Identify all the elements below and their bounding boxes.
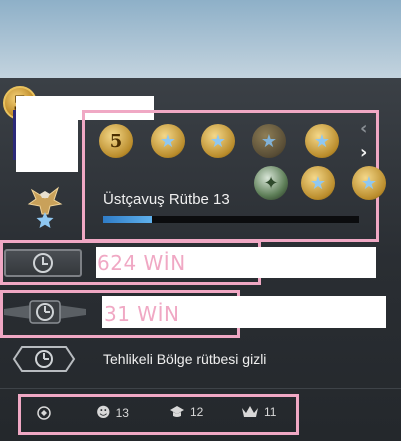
star-medal-icon[interactable]: ★ xyxy=(151,124,185,158)
divider xyxy=(0,388,401,389)
star-medal-icon[interactable]: ★ xyxy=(301,166,335,200)
smiley-icon: ☻ xyxy=(96,405,111,421)
coin-medal-icon[interactable]: ✦ xyxy=(254,166,288,200)
rank-progress-fill xyxy=(103,216,152,223)
crown-icon xyxy=(242,406,258,417)
leader-commendation[interactable]: 11 xyxy=(241,405,276,419)
star-medal-icon[interactable]: ★ xyxy=(305,124,339,158)
clock-icon xyxy=(33,253,53,273)
friendly-commendation[interactable]: ☻ 13 xyxy=(96,405,129,421)
teacher-count: 12 xyxy=(190,405,204,419)
sky-background xyxy=(0,0,401,78)
avatar[interactable] xyxy=(16,96,78,172)
wingman-wins: 31 WİN xyxy=(104,302,180,326)
rank-progress-bar xyxy=(103,216,359,223)
competitive-wins: 624 WİN xyxy=(97,251,186,275)
service-medal-5-icon[interactable]: 5 xyxy=(99,124,133,158)
leader-count: 11 xyxy=(264,405,277,419)
service-badge-item[interactable] xyxy=(36,405,52,421)
star-medal-icon[interactable]: ★ xyxy=(252,124,286,158)
competitive-rank-icon[interactable] xyxy=(4,249,82,277)
next-medal-arrow-icon[interactable]: › xyxy=(360,142,367,163)
prev-medal-arrow-icon[interactable]: ‹ xyxy=(360,118,367,139)
star-medal-icon[interactable]: ★ xyxy=(352,166,386,200)
shield-icon xyxy=(37,406,51,420)
graduation-cap-icon xyxy=(170,406,184,417)
star-medal-icon[interactable]: ★ xyxy=(201,124,235,158)
danger-zone-status: Tehlikeli Bölge rütbesi gizli xyxy=(103,351,267,367)
teacher-commendation[interactable]: 12 xyxy=(169,405,203,419)
friendly-count: 13 xyxy=(115,406,129,420)
eagle-rank-icon xyxy=(27,186,63,228)
wingman-rank-icon[interactable] xyxy=(2,297,88,327)
danger-zone-rank-icon[interactable] xyxy=(6,345,82,373)
rank-title: Üstçavuş Rütbe 13 xyxy=(103,191,230,208)
